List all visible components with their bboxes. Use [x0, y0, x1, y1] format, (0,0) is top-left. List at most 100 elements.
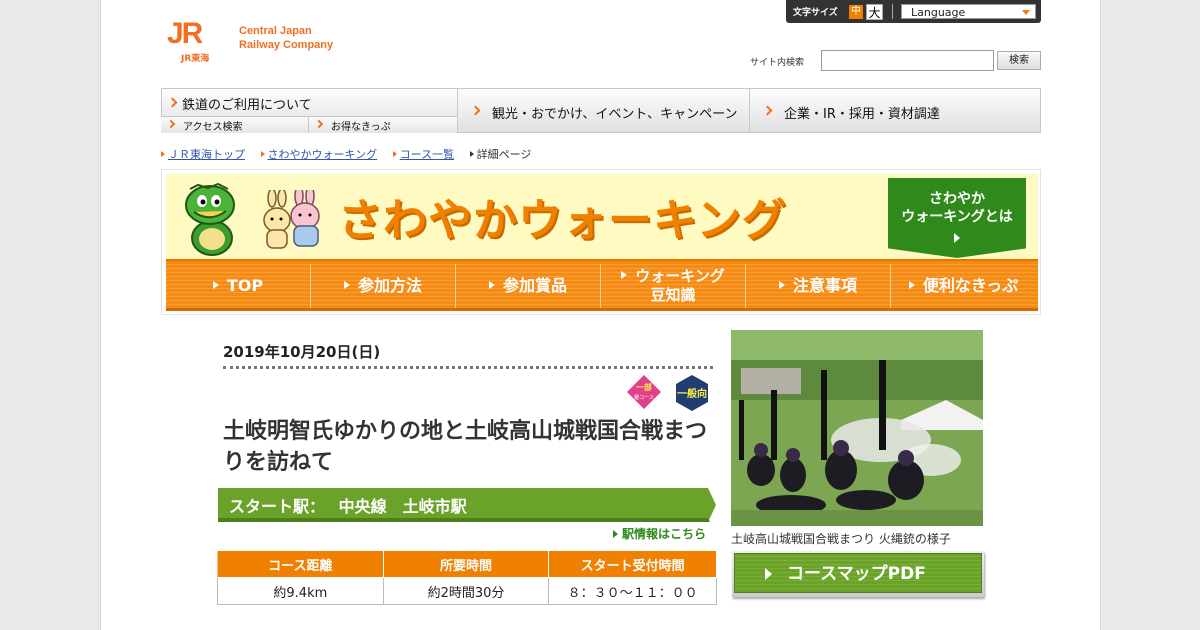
chevron-right-icon	[167, 97, 178, 108]
walking-nav-prizes-label: 参加賞品	[502, 276, 567, 295]
subnav-access-search[interactable]: アクセス検索	[161, 117, 309, 133]
triangle-right-icon	[212, 281, 219, 289]
station-info-link-label: 駅情報はこちら	[622, 527, 707, 541]
breadcrumb: ＪＲ東海トップ さわやかウォーキング コース一覧 詳細ページ	[161, 146, 543, 162]
rabbit-mascots-icon	[263, 190, 320, 249]
walking-nav-top[interactable]: TOP	[166, 264, 311, 308]
triangle-right-icon	[343, 281, 350, 289]
course-info-table: コース距離 所要時間 スタート受付時間 約9.4km 約2時間30分 ８：３０～…	[217, 550, 717, 605]
course-map-pdf-label: コースマップPDF	[787, 564, 926, 584]
badge-general-label: 一般向	[677, 387, 707, 400]
walking-title: さわやかウォーキング	[338, 195, 787, 246]
font-size-large-button[interactable]: 大	[866, 4, 883, 20]
triangle-right-icon	[613, 530, 618, 538]
about-walking-line2: ウォーキングとは	[901, 209, 1013, 225]
course-date: 2019年10月20日(日)	[223, 343, 381, 361]
walking-nav-prizes[interactable]: 参加賞品	[456, 264, 601, 308]
walking-nav-tips-line1: ウォーキング	[601, 267, 745, 286]
jr-logo-mark: JR	[167, 17, 203, 50]
walking-nav-tickets[interactable]: 便利なきっぷ	[891, 264, 1036, 308]
triangle-right-icon	[954, 233, 960, 243]
chevron-right-icon	[470, 105, 481, 116]
breadcrumb-item-walking[interactable]: さわやかウォーキング	[260, 146, 378, 162]
start-station-text: スタート駅： 中央線 土岐市駅	[229, 493, 467, 517]
language-select[interactable]: Language	[901, 4, 1036, 19]
walking-banner: さわやかウォーキング さわやか ウォーキングとは TOP 参加方法 参加賞品 ウ…	[161, 169, 1041, 315]
general-course-badge: 一般向	[676, 375, 708, 411]
start-station-label: スタート駅：	[229, 497, 326, 516]
page: JR JR東海 Central Japan Railway Company 文字…	[100, 0, 1101, 630]
festival-photo-image	[731, 330, 983, 526]
walking-nav-tickets-label: 便利なきっぷ	[922, 276, 1019, 295]
utility-divider	[892, 4, 893, 19]
table-cell-distance: 約9.4km	[217, 577, 384, 605]
chevron-right-icon	[762, 105, 773, 116]
jr-central-logo[interactable]: JR JR東海	[167, 17, 223, 65]
about-walking-button[interactable]: さわやか ウォーキングとは	[888, 178, 1026, 258]
search-button[interactable]: 検索	[997, 51, 1041, 70]
start-station-bar: スタート駅： 中央線 土岐市駅	[218, 488, 716, 522]
breadcrumb-link[interactable]: ＪＲ東海トップ	[168, 148, 245, 161]
walking-nav-top-label: TOP	[226, 276, 264, 295]
chevron-down-icon	[1022, 10, 1030, 15]
breadcrumb-item-current: 詳細ページ	[469, 146, 531, 162]
utility-bar: 文字サイズ 中 大 Language	[786, 0, 1041, 23]
banner-header: さわやかウォーキング さわやか ウォーキングとは	[166, 174, 1038, 259]
chevron-right-icon	[166, 119, 176, 129]
site-search-label: サイト内検索	[750, 58, 805, 68]
triangle-right-icon	[765, 568, 772, 580]
breadcrumb-link[interactable]: コース一覧	[400, 148, 454, 161]
photo-caption: 土岐高山城戦国合戦まつり 火縄銃の様子	[731, 532, 951, 546]
breadcrumb-item-jr-top[interactable]: ＪＲ東海トップ	[161, 146, 245, 162]
walking-nav-notes-label: 注意事項	[792, 276, 857, 295]
company-name-line1: Central Japan	[239, 25, 312, 37]
gnav-tourism-label: 観光・おでかけ、イベント、キャンペーン	[492, 107, 738, 122]
badge-part-line1: 一部	[636, 382, 652, 392]
table-header: コース距離	[217, 550, 384, 578]
site-search-input[interactable]	[821, 50, 994, 71]
start-station-name: 中央線 土岐市駅	[338, 497, 467, 516]
jr-logo-subtext: JR東海	[181, 54, 210, 64]
table-header: スタート受付時間	[548, 550, 717, 578]
walking-nav-tips-label1: ウォーキング	[635, 267, 725, 285]
table-cell-duration: 約2時間30分	[382, 577, 550, 605]
walking-nav-notes[interactable]: 注意事項	[746, 264, 891, 308]
gnav-rail-subnav: アクセス検索 お得なきっぷ	[161, 116, 458, 133]
course-map-pdf-button[interactable]: コースマップPDF	[732, 551, 984, 597]
font-size-label: 文字サイズ	[793, 8, 838, 18]
walking-nav-how-to-join[interactable]: 参加方法	[311, 264, 456, 308]
festival-photo	[731, 330, 983, 526]
walking-nav-tips-line2: 豆知識	[650, 286, 696, 304]
table-cell-reception-time: ８：３０～１１：００	[548, 577, 717, 605]
badge-part-line2: 難コース	[634, 394, 654, 401]
chevron-right-icon	[314, 119, 324, 129]
subnav-discount-tickets[interactable]: お得なきっぷ	[309, 117, 458, 133]
gnav-tourism-events[interactable]: 観光・おでかけ、イベント、キャンペーン	[457, 88, 750, 133]
gnav-rail-label: 鉄道のご利用について	[182, 98, 312, 113]
walking-nav-tips[interactable]: ウォーキング 豆知識	[601, 264, 746, 308]
partly-hard-course-badge: 一部 難コース	[627, 375, 661, 409]
triangle-right-icon	[621, 271, 628, 279]
walking-nav: TOP 参加方法 参加賞品 ウォーキング 豆知識 注意事項 便利なきっぷ	[166, 259, 1038, 311]
triangle-right-icon	[778, 281, 785, 289]
breadcrumb-item-course-list[interactable]: コース一覧	[392, 146, 454, 162]
language-select-label: Language	[911, 6, 966, 19]
triangle-right-icon	[908, 281, 915, 289]
station-info-link[interactable]: 駅情報はこちら	[613, 525, 706, 542]
subnav-access-search-label: アクセス検索	[183, 122, 243, 133]
table-header: 所要時間	[382, 550, 550, 578]
company-name: Central Japan Railway Company	[239, 24, 333, 52]
course-title: 土岐明智氏ゆかりの地と土岐高山城戦国合戦まつりを訪ねて	[223, 419, 708, 475]
company-name-line2: Railway Company	[239, 39, 334, 51]
font-size-medium-button[interactable]: 中	[849, 5, 863, 19]
kappa-mascot-icon	[185, 183, 235, 256]
gnav-corporate-label: 企業・IR・採用・資材調達	[784, 107, 940, 122]
table-header-row: コース距離 所要時間 スタート受付時間	[217, 550, 717, 578]
about-walking-line1: さわやか	[929, 191, 985, 207]
gnav-corporate[interactable]: 企業・IR・採用・資材調達	[749, 88, 1041, 133]
subnav-discount-tickets-label: お得なきっぷ	[331, 122, 391, 133]
course-map-pdf-inner: コースマップPDF	[734, 553, 982, 593]
triangle-right-icon	[488, 281, 495, 289]
walking-nav-how-to-join-label: 参加方法	[357, 276, 422, 295]
breadcrumb-link[interactable]: さわやかウォーキング	[268, 148, 378, 161]
